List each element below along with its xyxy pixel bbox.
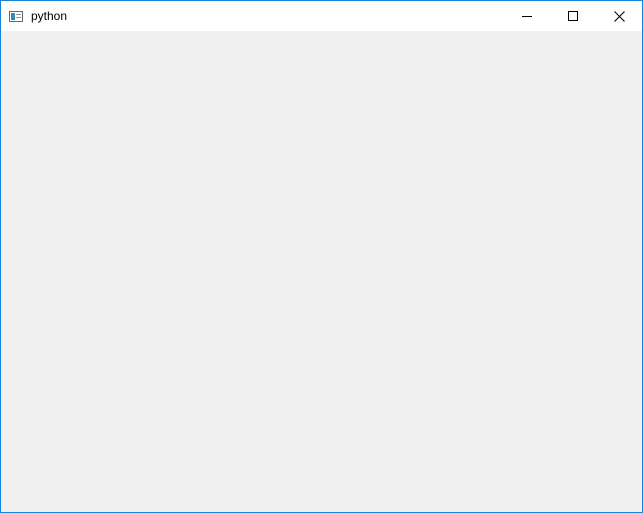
minimize-icon bbox=[522, 11, 532, 21]
title-bar[interactable]: python bbox=[1, 1, 642, 31]
maximize-button[interactable] bbox=[550, 1, 596, 31]
close-button[interactable] bbox=[596, 1, 642, 31]
minimize-button[interactable] bbox=[504, 1, 550, 31]
window-app-icon[interactable] bbox=[9, 9, 23, 22]
close-icon bbox=[613, 10, 625, 22]
app-window: python bbox=[0, 0, 643, 513]
client-area bbox=[1, 31, 642, 512]
window-title: python bbox=[31, 9, 68, 23]
maximize-icon bbox=[568, 11, 578, 21]
